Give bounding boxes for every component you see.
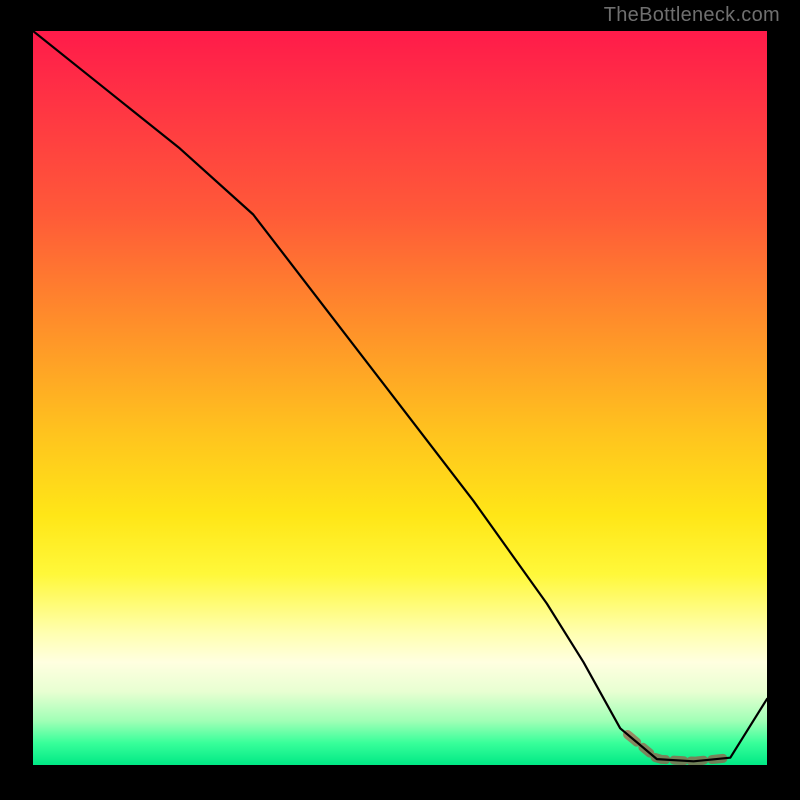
watermark-text: TheBottleneck.com (604, 4, 780, 27)
plot-area (33, 31, 767, 765)
main-curve (33, 31, 767, 761)
chart-container: TheBottleneck.com (0, 0, 800, 800)
chart-svg (33, 31, 767, 765)
